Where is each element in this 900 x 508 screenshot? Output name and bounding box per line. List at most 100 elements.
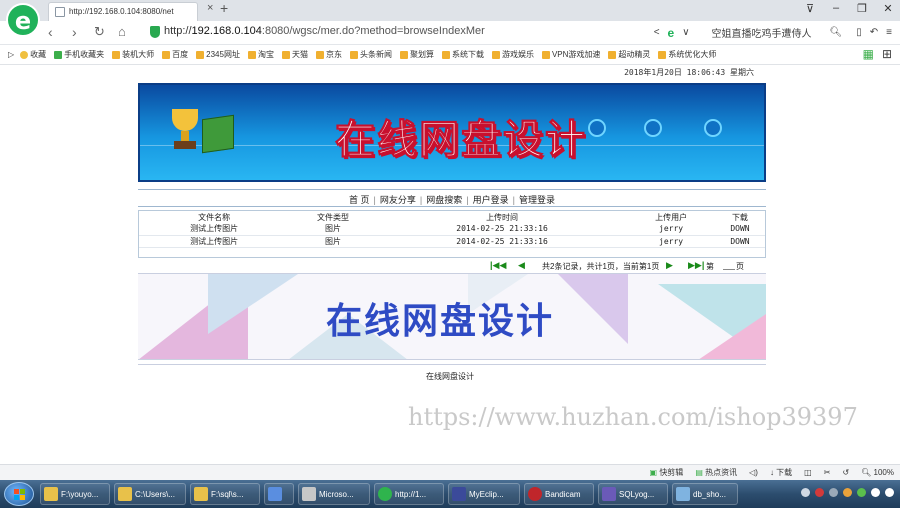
bookmark-item[interactable]: 百度 [162,49,188,60]
share-icon[interactable]: < [654,27,660,38]
download-link[interactable]: DOWN [714,223,765,236]
decor-triangle [208,274,298,334]
maximize-button[interactable]: ❐ [856,2,868,15]
minimize-button[interactable]: – [830,2,842,15]
folder-icon [608,50,617,59]
taskbar-item[interactable] [264,483,294,505]
reading-icon[interactable]: ▯ [856,27,862,38]
secondary-banner: 在线网盘设计 [138,273,766,360]
browser-statusbar: ▣ 快剪辑 ▤ 热点资讯 ◁) ↓ 下载 ◫ ✂ ↺ 🔍︎ 100% [0,464,900,480]
first-page-button[interactable]: |◀◀ [490,260,506,271]
reload-button[interactable]: ↻ [94,24,105,40]
bookmark-item[interactable]: VPN游戏加速 [541,49,600,60]
folder-icon [541,50,550,59]
apps-icon[interactable]: ⊞ [882,47,892,61]
search-engine-icon[interactable]: e [668,26,675,40]
bookmark-item[interactable]: 头条新闻 [349,49,392,60]
dropdown-chevron-icon[interactable]: ∨ [682,27,689,38]
taskbar-item[interactable]: C:\Users\... [114,483,186,505]
column-header: 文件类型 [317,212,350,222]
bookmark-item[interactable]: 聚划算 [399,49,434,60]
decor-triangle [698,314,766,359]
zoom-level[interactable]: 🔍︎ 100% [861,468,894,477]
pagination: |◀◀ ◀ 共2条记录，共计1页，当前第1页 ▶ ▶▶| 第 页 [138,259,766,273]
upload-time-cell: 2014-02-25 21:33:16 [376,235,628,248]
download-link[interactable]: DOWN [714,235,765,248]
nav-user-share[interactable]: 网友分享 [380,195,416,205]
folder-icon [162,50,171,59]
table-row: 测试上传图片 图片 2014-02-25 21:33:16 jerry DOWN [139,235,765,248]
download-icon: ↓ [769,468,774,477]
tray-icon[interactable] [801,488,810,497]
status-item[interactable]: ↓ 下载 [770,467,792,478]
page-number-input[interactable] [723,260,735,270]
tray-icon[interactable] [857,488,866,497]
network-icon[interactable] [871,488,880,497]
speaker-icon[interactable]: ◁) [749,468,758,477]
taskbar-item[interactable]: http://1... [374,483,444,505]
news-icon: ▤ [695,468,703,477]
start-button[interactable] [4,482,34,506]
url-prefix: http:// [164,25,192,37]
tray-icon[interactable] [815,488,824,497]
taskbar-item[interactable]: Bandicam [524,483,594,505]
bookmark-icon [54,50,63,59]
folder-icon [399,50,408,59]
tab-close-icon[interactable]: × [207,2,213,14]
status-item[interactable]: ▤ 热点资讯 [695,467,737,478]
bookmark-item[interactable]: 游戏娱乐 [491,49,534,60]
file-type-cell: 图片 [289,235,377,248]
tray-icon[interactable] [829,488,838,497]
taskbar-item[interactable]: SQLyog... [598,483,668,505]
screenshot-icon[interactable]: ✂ [824,468,831,477]
close-window-button[interactable]: ✕ [882,2,894,15]
taskbar-item[interactable]: F:\sql\s... [190,483,260,505]
bookmark-item[interactable]: 淘宝 [247,49,274,60]
folder-icon [349,50,358,59]
bookmark-item[interactable]: 京东 [315,49,342,60]
volume-icon[interactable] [885,488,894,497]
bookmark-item[interactable]: 超动精灵 [608,49,650,60]
bookmark-item[interactable]: 收藏 [20,49,46,60]
browser-logo-icon[interactable]: e [6,3,40,37]
restore-icon[interactable]: ↺ [842,468,849,477]
folder-icon [112,50,121,59]
search-icon[interactable]: 🔍︎ [830,27,843,38]
menu-icon[interactable]: ≡ [886,27,892,38]
browser-tab[interactable]: http://192.168.0.104:8080/net [48,2,198,21]
url-input[interactable]: http://192.168.0.104:8080/wgsc/mer.do?me… [164,25,485,37]
tray-icon[interactable] [843,488,852,497]
taskbar-item[interactable]: F:\youyo... [40,483,110,505]
nav-search[interactable]: 网盘搜索 [426,195,462,205]
browser-titlebar: http://192.168.0.104:8080/net × + ⊽ – ❐ … [0,0,900,21]
bookmark-item[interactable]: 装机大师 [112,49,154,60]
forward-button[interactable]: › [72,24,77,40]
table-row: 测试上传图片 图片 2014-02-25 21:33:16 jerry DOWN [139,223,765,236]
search-hint[interactable]: 空姐直播吃鸡手遭侍人 [712,25,812,40]
bookmark-item[interactable]: 系统优化大师 [658,49,716,60]
prev-page-button[interactable]: ◀ [518,260,525,271]
bookmark-item[interactable]: 天猫 [281,49,308,60]
bookmark-item[interactable]: 2345网址 [196,49,240,60]
window-skin-icon[interactable]: ⊽ [804,2,816,15]
bookmark-item[interactable]: 系统下载 [441,49,484,60]
home-button[interactable]: ⌂ [118,24,126,39]
nav-admin-login[interactable]: 管理登录 [519,195,555,205]
taskbar-item[interactable]: Microso... [298,483,370,505]
windows-taskbar: F:\youyo... C:\Users\... F:\sql\s... Mic… [0,480,900,508]
status-item[interactable]: ▣ 快剪辑 [650,467,684,478]
back-button[interactable]: ‹ [48,24,53,40]
app-grid-icon[interactable]: ▦ [863,47,874,61]
tool-icon[interactable]: ◫ [804,468,812,477]
undo-icon[interactable]: ↶ [870,27,878,38]
last-page-button[interactable]: ▶▶| [688,260,704,271]
taskbar-item[interactable]: MyEclip... [448,483,520,505]
nav-user-login[interactable]: 用户登录 [473,195,509,205]
bookmark-item[interactable]: 手机收藏夹 [54,49,104,60]
next-page-button[interactable]: ▶ [666,260,673,271]
new-tab-button[interactable]: + [220,0,228,16]
bird-icon [268,487,282,501]
sidebar-toggle-icon[interactable]: ▷ [8,50,14,59]
nav-home[interactable]: 首 页 [349,195,370,205]
taskbar-item[interactable]: db_sho... [672,483,738,505]
